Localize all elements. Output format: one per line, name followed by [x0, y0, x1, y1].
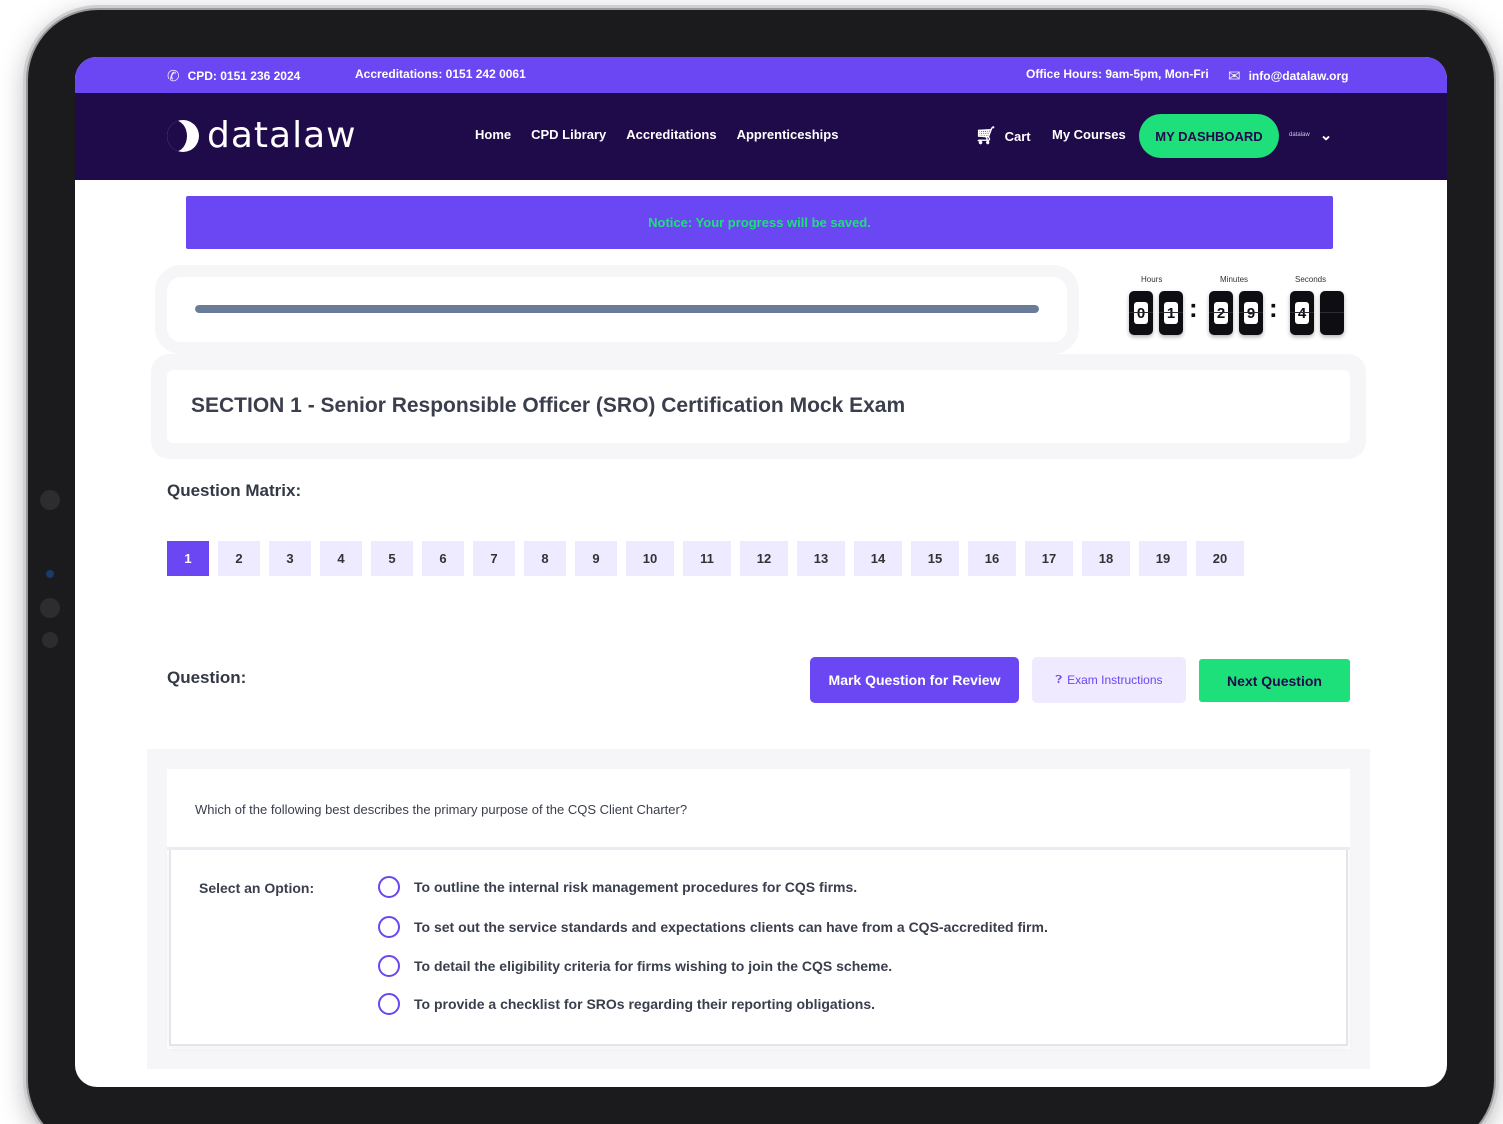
progress-notice: Notice: Your progress will be saved.: [186, 196, 1333, 249]
cart-link[interactable]: 🛒︎ Cart: [975, 126, 1031, 146]
radio-button[interactable]: [378, 876, 400, 898]
logo-mark-icon: [167, 119, 199, 152]
nav-link-accreditations[interactable]: Accreditations: [626, 127, 716, 142]
timer-digit: 1: [1159, 291, 1183, 335]
radio-button[interactable]: [378, 955, 400, 977]
timer-label-seconds: Seconds: [1295, 275, 1327, 284]
question-card: Which of the following best describes th…: [167, 769, 1350, 1049]
timer-label-hours: Hours: [1141, 275, 1163, 284]
question-matrix-item[interactable]: 8: [524, 541, 566, 576]
exam-instructions-label: Exam Instructions: [1067, 673, 1163, 687]
email-text: info@datalaw.org: [1248, 69, 1349, 83]
nav-link-home[interactable]: Home: [475, 127, 511, 142]
timer-digit: 2: [1209, 291, 1233, 335]
mark-for-review-button[interactable]: Mark Question for Review: [810, 657, 1019, 703]
answer-option-text: To provide a checklist for SROs regardin…: [414, 996, 876, 1012]
question-label: Question:: [167, 668, 247, 687]
timer-digit: 0: [1129, 291, 1153, 335]
cart-label: Cart: [1004, 128, 1031, 144]
camera-dot: [46, 570, 54, 578]
logo-text: datalaw: [207, 115, 357, 156]
timer-digit-value: 1: [1164, 302, 1178, 324]
question-matrix-item[interactable]: 11: [683, 541, 731, 576]
answer-option[interactable]: To detail the eligibility criteria for f…: [378, 955, 892, 977]
answer-option[interactable]: To set out the service standards and exp…: [378, 916, 1048, 938]
user-menu[interactable]: datalaw ⌄: [1289, 126, 1332, 144]
question-matrix-item[interactable]: 9: [575, 541, 617, 576]
radio-button[interactable]: [378, 916, 400, 938]
cart-icon: 🛒︎: [975, 126, 997, 145]
camera-dot: [40, 490, 60, 510]
question-matrix-item[interactable]: 2: [218, 541, 260, 576]
timer-digit-value: 2: [1214, 302, 1228, 324]
question-matrix-item[interactable]: 20: [1196, 541, 1244, 576]
radio-button[interactable]: [378, 993, 400, 1015]
camera-dot: [42, 632, 58, 648]
question-matrix-item[interactable]: 13: [797, 541, 845, 576]
question-matrix-item[interactable]: 10: [626, 541, 674, 576]
cpd-phone-text: CPD: 0151 236 2024: [187, 69, 301, 83]
timer-digit-value: 0: [1134, 302, 1148, 324]
accreditations-phone[interactable]: Accreditations: 0151 242 0061: [355, 67, 526, 81]
timer-digit-value: 4: [1295, 302, 1309, 324]
main-nav: datalaw Home CPD Library Accreditations …: [75, 93, 1447, 180]
office-hours: Office Hours: 9am-5pm, Mon-Fri: [1026, 67, 1209, 81]
answer-option-text: To detail the eligibility criteria for f…: [414, 958, 893, 974]
screen: ✆ CPD: 0151 236 2024 Accreditations: 015…: [75, 57, 1447, 1087]
nav-link-cpd-library[interactable]: CPD Library: [531, 127, 606, 142]
section-title: SECTION 1 - Senior Responsible Officer (…: [191, 394, 906, 417]
progress-card: [167, 277, 1067, 342]
timer-digit: 4: [1290, 291, 1314, 335]
question-matrix-item[interactable]: 5: [371, 541, 413, 576]
nav-link-apprenticeships[interactable]: Apprenticeships: [737, 127, 839, 142]
answer-option[interactable]: To outline the internal risk management …: [378, 876, 857, 898]
chevron-down-icon: ⌄: [1319, 127, 1333, 144]
contact-bar: ✆ CPD: 0151 236 2024 Accreditations: 015…: [75, 57, 1447, 93]
question-matrix-item[interactable]: 6: [422, 541, 464, 576]
select-option-label: Select an Option:: [199, 880, 315, 896]
timer-colon: :: [1269, 293, 1278, 323]
timer-label-minutes: Minutes: [1220, 275, 1249, 284]
progress-track: [195, 305, 1039, 313]
accreditations-phone-text: Accreditations: 0151 242 0061: [355, 67, 526, 81]
question-matrix-item[interactable]: 15: [911, 541, 959, 576]
phone-icon: ✆: [167, 68, 180, 85]
nav-links: Home CPD Library Accreditations Apprenti…: [475, 127, 838, 142]
question-matrix-item[interactable]: 3: [269, 541, 311, 576]
question-matrix-item[interactable]: 18: [1082, 541, 1130, 576]
info-icon: ❓︎: [1055, 673, 1063, 686]
camera-dot: [40, 598, 60, 618]
exam-instructions-button[interactable]: ❓︎ Exam Instructions: [1032, 657, 1186, 703]
question-matrix-item[interactable]: 4: [320, 541, 362, 576]
timer-digit-flipping: [1320, 291, 1344, 335]
question-matrix-item[interactable]: 14: [854, 541, 902, 576]
timer-colon: :: [1189, 293, 1198, 323]
question-matrix: 1 2 3 4 5 6 7 8 9 10 11 12 13 14 15 16 17 18 19 20: [167, 541, 1244, 576]
question-matrix-item[interactable]: 1: [167, 541, 209, 576]
logo[interactable]: datalaw: [167, 115, 357, 156]
section-card: SECTION 1 - Senior Responsible Officer (…: [167, 370, 1350, 443]
answer-option-text: To set out the service standards and exp…: [414, 919, 1048, 935]
office-hours-text: Office Hours: 9am-5pm, Mon-Fri: [1026, 67, 1209, 81]
my-courses-link[interactable]: My Courses: [1052, 127, 1126, 142]
user-name: datalaw: [1289, 132, 1310, 138]
question-matrix-item[interactable]: 16: [968, 541, 1016, 576]
answer-option[interactable]: To provide a checklist for SROs regardin…: [378, 993, 875, 1015]
my-dashboard-button[interactable]: MY DASHBOARD: [1139, 114, 1279, 158]
email-link[interactable]: ✉ info@datalaw.org: [1228, 67, 1349, 85]
timer-digit: 9: [1239, 291, 1263, 335]
cpd-phone[interactable]: ✆ CPD: 0151 236 2024: [167, 67, 300, 85]
envelope-icon: ✉: [1228, 68, 1241, 85]
question-matrix-label: Question Matrix:: [167, 481, 302, 500]
progress-fill: [195, 305, 1039, 313]
timer-digit-value: 9: [1244, 302, 1258, 324]
question-text: Which of the following best describes th…: [195, 802, 688, 817]
answer-option-text: To outline the internal risk management …: [414, 879, 858, 895]
question-matrix-item[interactable]: 17: [1025, 541, 1073, 576]
next-question-button[interactable]: Next Question: [1199, 659, 1350, 702]
options-box: Select an Option: To outline the interna…: [169, 850, 1348, 1046]
question-matrix-item[interactable]: 19: [1139, 541, 1187, 576]
question-matrix-item[interactable]: 7: [473, 541, 515, 576]
question-matrix-item[interactable]: 12: [740, 541, 788, 576]
